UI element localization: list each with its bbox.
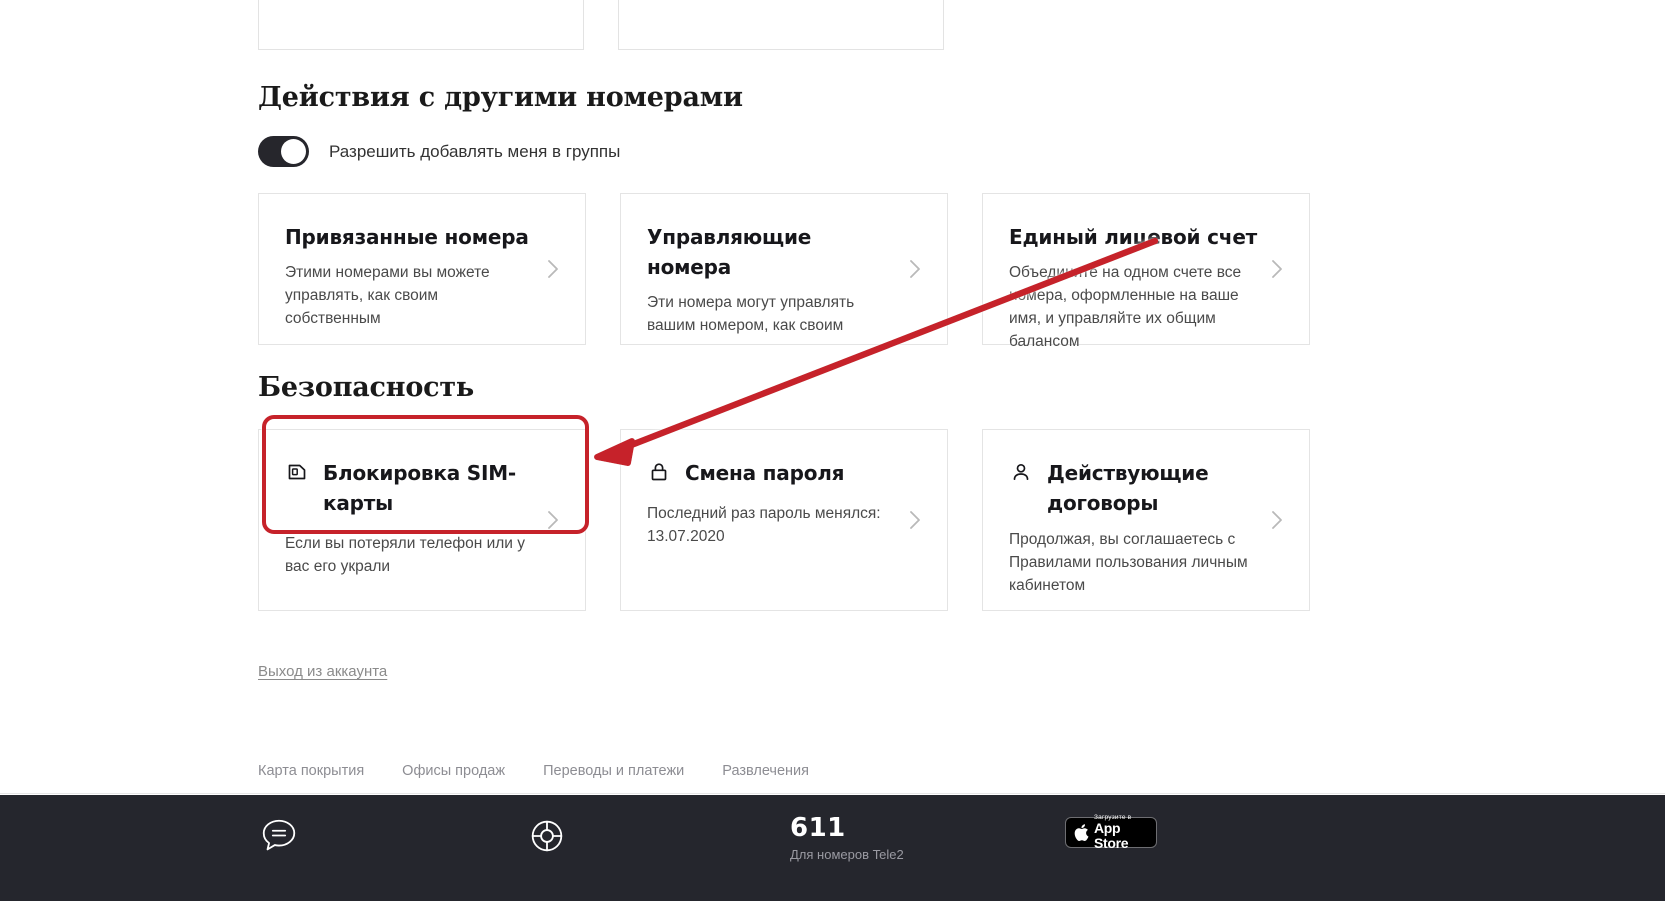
top-partial-card[interactable]: подключенных новых услуг [618, 0, 944, 50]
card-managing-numbers[interactable]: Управляющие номера Эти номера могут упра… [620, 193, 948, 345]
card-linked-numbers[interactable]: Привязанные номера Этими номерами вы мож… [258, 193, 586, 345]
card-header: Единый лицевой счет [1009, 222, 1283, 252]
card-header: Управляющие номера [647, 222, 921, 282]
footer-link-coverage-map[interactable]: Карта покрытия [258, 763, 364, 779]
footer-links: Карта покрытия Офисы продаж Переводы и п… [258, 763, 809, 779]
appstore-badge[interactable]: Загрузите в App Store [1065, 814, 1157, 851]
allow-groups-toggle-row: Разрешить добавлять меня в группы [258, 136, 1310, 167]
allow-groups-toggle[interactable] [258, 136, 309, 167]
security-card-grid: Блокировка SIM-карты Если вы потеряли те… [258, 429, 1310, 611]
appstore-badge-inner[interactable]: Загрузите в App Store [1065, 814, 1157, 851]
top-partial-cards-row: Настройка для входящих вызовов подключен… [258, 0, 1310, 50]
lifebuoy-icon[interactable] [526, 815, 568, 862]
chevron-right-icon[interactable] [543, 194, 563, 344]
chevron-right-icon[interactable] [905, 430, 925, 610]
logout-link-wrap: Выход из аккаунта [258, 663, 387, 681]
chevron-right-icon[interactable] [543, 430, 563, 610]
footer-dark-bar: 611 Для номеров Tele2 Загрузите в App St… [0, 795, 1665, 901]
chevron-right-icon[interactable] [1267, 194, 1287, 344]
toggle-knob [281, 139, 306, 164]
apple-logo-icon [1073, 823, 1089, 842]
chat-bubble-icon[interactable] [258, 815, 300, 862]
card-header: Привязанные номера [285, 222, 559, 252]
card-description: Объедините на одном счете все номера, оф… [1009, 264, 1242, 350]
section-title-other-numbers: Действия с другими номерами [258, 82, 743, 113]
card-header: Смена пароля [647, 458, 921, 488]
chevron-right-icon[interactable] [905, 194, 925, 344]
page-root: Настройка для входящих вызовов подключен… [0, 0, 1665, 901]
card-header: Действующие договоры [1009, 458, 1283, 518]
section-title-security: Безопасность [258, 372, 475, 403]
card-title: Управляющие номера [647, 225, 812, 279]
chevron-right-icon[interactable] [1267, 430, 1287, 610]
card-active-contracts[interactable]: Действующие договоры Продолжая, вы согла… [982, 429, 1310, 611]
footer-divider [0, 793, 1665, 794]
card-title: Единый лицевой счет [1009, 225, 1258, 249]
appstore-big-text: App Store [1094, 820, 1129, 851]
footer-link-sales-offices[interactable]: Офисы продаж [402, 763, 505, 779]
footer-link-entertainment[interactable]: Развлечения [722, 763, 809, 779]
card-description: Этими номерами вы можете управлять, как … [285, 264, 490, 327]
card-change-password[interactable]: Смена пароля Последний раз пароль менялс… [620, 429, 948, 611]
card-description: Если вы потеряли телефон или у вас его у… [285, 535, 526, 575]
card-sim-block[interactable]: Блокировка SIM-карты Если вы потеряли те… [258, 429, 586, 611]
section-other-numbers: Действия с другими номерами Разрешить до… [258, 82, 1310, 350]
card-title: Привязанные номера [285, 225, 529, 249]
logout-link[interactable]: Выход из аккаунта [258, 663, 387, 680]
support-phone-subtitle: Для номеров Tele2 [790, 847, 904, 862]
card-title: Действующие договоры [1047, 461, 1209, 515]
card-description: Последний раз пароль менялся: 13.07.2020 [647, 505, 881, 545]
card-description: Эти номера могут управлять вашим номером… [647, 294, 855, 334]
lock-icon [647, 460, 673, 486]
other-numbers-card-grid: Привязанные номера Этими номерами вы мож… [258, 193, 1310, 350]
sim-card-icon [285, 460, 311, 486]
footer-link-transfers-payments[interactable]: Переводы и платежи [543, 763, 684, 779]
support-phone-number[interactable]: 611 [790, 813, 904, 843]
appstore-text-block: Загрузите в App Store [1094, 814, 1149, 851]
top-partial-card[interactable]: Настройка для входящих вызовов [258, 0, 584, 50]
card-title: Смена пароля [685, 461, 845, 485]
section-security: Безопасность Блокировка SIM-карты Если в… [258, 372, 1310, 611]
card-description: Продолжая, вы соглашаетесь с Правилами п… [1009, 531, 1248, 594]
card-unified-account[interactable]: Единый лицевой счет Объедините на одном … [982, 193, 1310, 350]
user-icon [1009, 460, 1035, 486]
card-header: Блокировка SIM-карты [285, 458, 559, 518]
card-title: Блокировка SIM-карты [323, 461, 517, 515]
support-phone-block: 611 Для номеров Tele2 [790, 813, 904, 862]
allow-groups-toggle-label: Разрешить добавлять меня в группы [329, 141, 621, 161]
